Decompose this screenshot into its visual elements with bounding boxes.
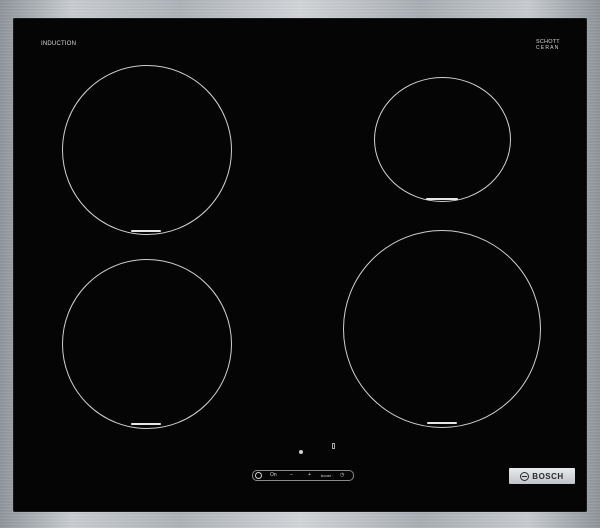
touch-control-strip: [252, 470, 354, 481]
zone-marker-rear-left: [131, 423, 161, 425]
brand-plate: BOSCH: [509, 468, 575, 484]
lock-indicator-icon: [332, 443, 335, 449]
zone-selector-center-dot: [299, 450, 303, 454]
on-button[interactable]: On: [270, 472, 277, 479]
bosch-logo-icon: [520, 471, 530, 481]
zone-marker-front-right: [427, 422, 457, 424]
cooking-zone-rear-left[interactable]: [62, 259, 232, 429]
zone-marker-rear-right: [426, 198, 458, 200]
ceran-label: CERAN: [536, 45, 560, 51]
cooking-zone-front-right[interactable]: [343, 230, 541, 428]
brand-name: BOSCH: [532, 471, 564, 481]
boost-button[interactable]: boost ·: [321, 472, 333, 479]
minus-button[interactable]: –: [290, 472, 293, 479]
cooking-zone-rear-right[interactable]: [374, 77, 511, 202]
cooking-zone-front-left[interactable]: [62, 65, 232, 235]
timer-button[interactable]: ◷: [340, 472, 344, 479]
power-icon[interactable]: [255, 472, 262, 479]
plus-button[interactable]: +: [308, 472, 311, 479]
ceramic-glass-cooktop: INDUCTION SCHOTT CERAN: [13, 18, 587, 512]
zone-marker-front-left: [131, 230, 161, 232]
induction-label: INDUCTION: [41, 41, 77, 47]
